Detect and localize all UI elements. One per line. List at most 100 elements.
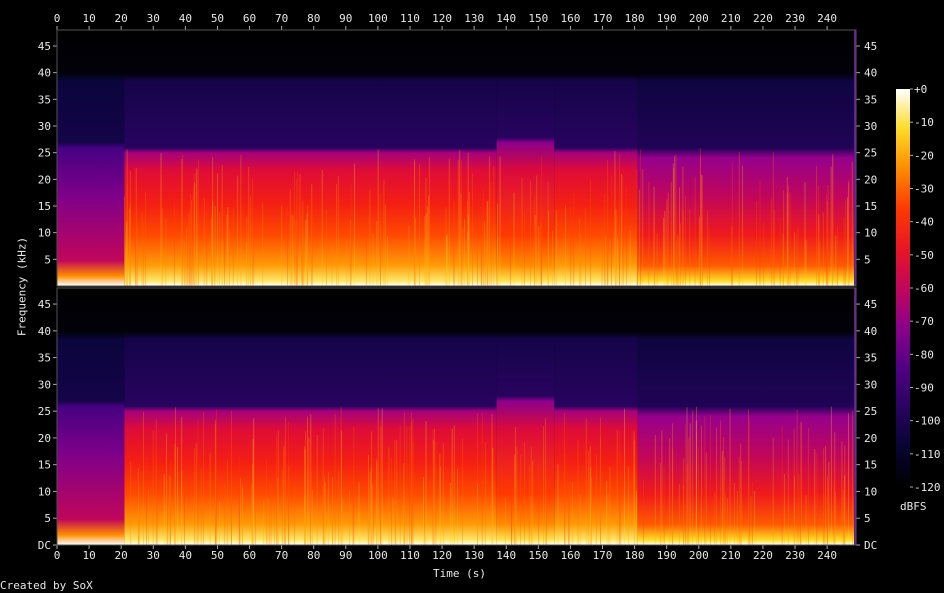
y-tick-label-right: 20 [864,173,877,186]
x-tick-label-bottom: 110 [400,549,420,562]
x-tick-label-bottom: 0 [54,549,61,562]
x-tick-label-top: 210 [721,12,741,25]
x-tick-label-bottom: 230 [785,549,805,562]
x-tick-label-top: 80 [307,12,320,25]
y-tick-label-left: 10 [38,485,51,498]
y-tick-label-right: 10 [864,485,877,498]
channel-2-segment-1 [57,288,125,545]
x-tick-label-top: 90 [339,12,352,25]
x-tick-label-bottom: 20 [115,549,128,562]
y-tick-label-right: 15 [864,459,877,472]
y-tick-label-right: 25 [864,147,877,160]
y-tick-label-right: 10 [864,227,877,240]
y-tick-label-right: 30 [864,120,877,133]
x-tick-label-top: 10 [82,12,95,25]
colorbar-tick-label: -80 [914,348,934,361]
x-tick-label-top: 200 [689,12,709,25]
colorbar: +0 -10 -20 -30 -40 -50 -60 -70 -80 -90 -100 -110 -12… [896,83,941,494]
spectrogram-figure: 0 0 10 10 20 20 30 30 40 40 50 50 60 60 70 70 80 80 90 90 10… [38,12,941,562]
x-tick-label-top: 190 [657,12,677,25]
x-tick-label-bottom: 120 [432,549,452,562]
colorbar-label: dBFS [900,500,927,513]
y-tick-label-left: 30 [38,378,51,391]
x-tick-label-bottom: 100 [368,549,388,562]
y-tick-label-left: 5 [44,253,51,266]
x-tick-label-bottom: 220 [753,549,773,562]
x-tick-label-top: 220 [753,12,773,25]
y-tick-label-right: 35 [864,93,877,106]
y-tick-label-left: 15 [38,459,51,472]
x-axis-label: Time (s) [433,567,486,580]
x-tick-label-top: 240 [817,12,837,25]
y-tick-label-left: 35 [38,93,51,106]
x-tick-label-top: 150 [528,12,548,25]
x-tick-label-bottom: 80 [307,549,320,562]
y-tick-label-right: 5 [864,512,871,525]
y-tick-label-right: 45 [864,298,877,311]
y-tick-label-left: 15 [38,200,51,213]
y-tick-label-right: 15 [864,200,877,213]
credit-text: Created by SoX [0,579,93,592]
y-tick-label-left: DC [38,539,51,552]
x-tick-label-bottom: 210 [721,549,741,562]
y-tick-label-left: 25 [38,405,51,418]
x-tick-label-bottom: 70 [275,549,288,562]
x-tick-label-top: 170 [593,12,613,25]
x-tick-label-bottom: 140 [496,549,516,562]
y-tick-label-left: 25 [38,147,51,160]
x-tick-label-bottom: 180 [625,549,645,562]
colorbar-tick-label: -10 [914,116,934,129]
y-tick-label-left: 20 [38,432,51,445]
y-tick-label-left: 20 [38,173,51,186]
channel-1-segment-3 [496,30,555,286]
y-tick-label-left: 40 [38,325,51,338]
y-tick-label-left: 45 [38,298,51,311]
y-tick-label-right: 45 [864,40,877,53]
y-tick-label-right: 5 [864,253,871,266]
colorbar-tick-label: -30 [914,183,934,196]
colorbar-tick-label: -120 [914,481,941,494]
x-tick-label-bottom: 200 [689,549,709,562]
x-tick-label-top: 230 [785,12,805,25]
y-tick-label-right: 40 [864,325,877,338]
x-tick-label-top: 140 [496,12,516,25]
channel-1-segment-4 [554,30,638,286]
x-tick-label-bottom: 10 [82,549,95,562]
x-tick-label-top: 20 [115,12,128,25]
x-tick-label-bottom: 90 [339,549,352,562]
x-tick-label-top: 160 [560,12,580,25]
y-tick-label-left: 40 [38,67,51,80]
x-tick-label-bottom: 40 [179,549,192,562]
x-tick-label-bottom: 160 [560,549,580,562]
x-tick-label-top: 40 [179,12,192,25]
x-tick-label-bottom: 60 [243,549,256,562]
x-tick-label-bottom: 50 [211,549,224,562]
y-tick-label-left: 35 [38,352,51,365]
colorbar-tick-label: -100 [914,415,941,428]
colorbar-tick-label: +0 [914,83,927,96]
y-tick-label-left: 5 [44,512,51,525]
x-tick-label-bottom: 30 [147,549,160,562]
y-tick-label-right: 30 [864,378,877,391]
colorbar-tick-label: -70 [914,315,934,328]
colorbar-tick-label: -40 [914,216,934,229]
y-tick-label-left: 10 [38,227,51,240]
y-tick-label-right: 25 [864,405,877,418]
colorbar-tick-label: -50 [914,249,934,262]
x-tick-label-bottom: 150 [528,549,548,562]
y-tick-label-left: 45 [38,40,51,53]
y-axis-label: Frequency (kHz) [15,236,29,337]
x-tick-label-top: 110 [400,12,420,25]
x-tick-label-top: 180 [625,12,645,25]
colorbar-scale [896,89,910,487]
x-tick-label-top: 0 [54,12,61,25]
channel-1-segment-2 [124,30,497,286]
y-tick-label-right: 20 [864,432,877,445]
x-tick-label-top: 60 [243,12,256,25]
y-tick-label-right: DC [864,539,877,552]
y-tick-label-left: 30 [38,120,51,133]
colorbar-tick-label: -20 [914,149,934,162]
x-tick-label-bottom: 190 [657,549,677,562]
x-tick-label-top: 30 [147,12,160,25]
y-tick-label-right: 40 [864,67,877,80]
